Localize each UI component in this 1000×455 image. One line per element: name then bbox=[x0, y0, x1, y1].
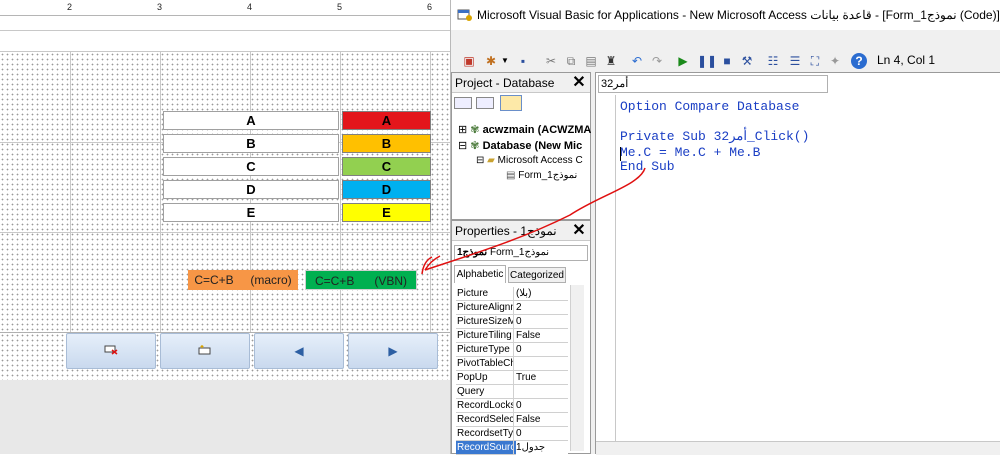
annotation-hook bbox=[421, 256, 433, 275]
annotation-arrow bbox=[421, 167, 646, 275]
annotation-curve bbox=[424, 167, 646, 271]
